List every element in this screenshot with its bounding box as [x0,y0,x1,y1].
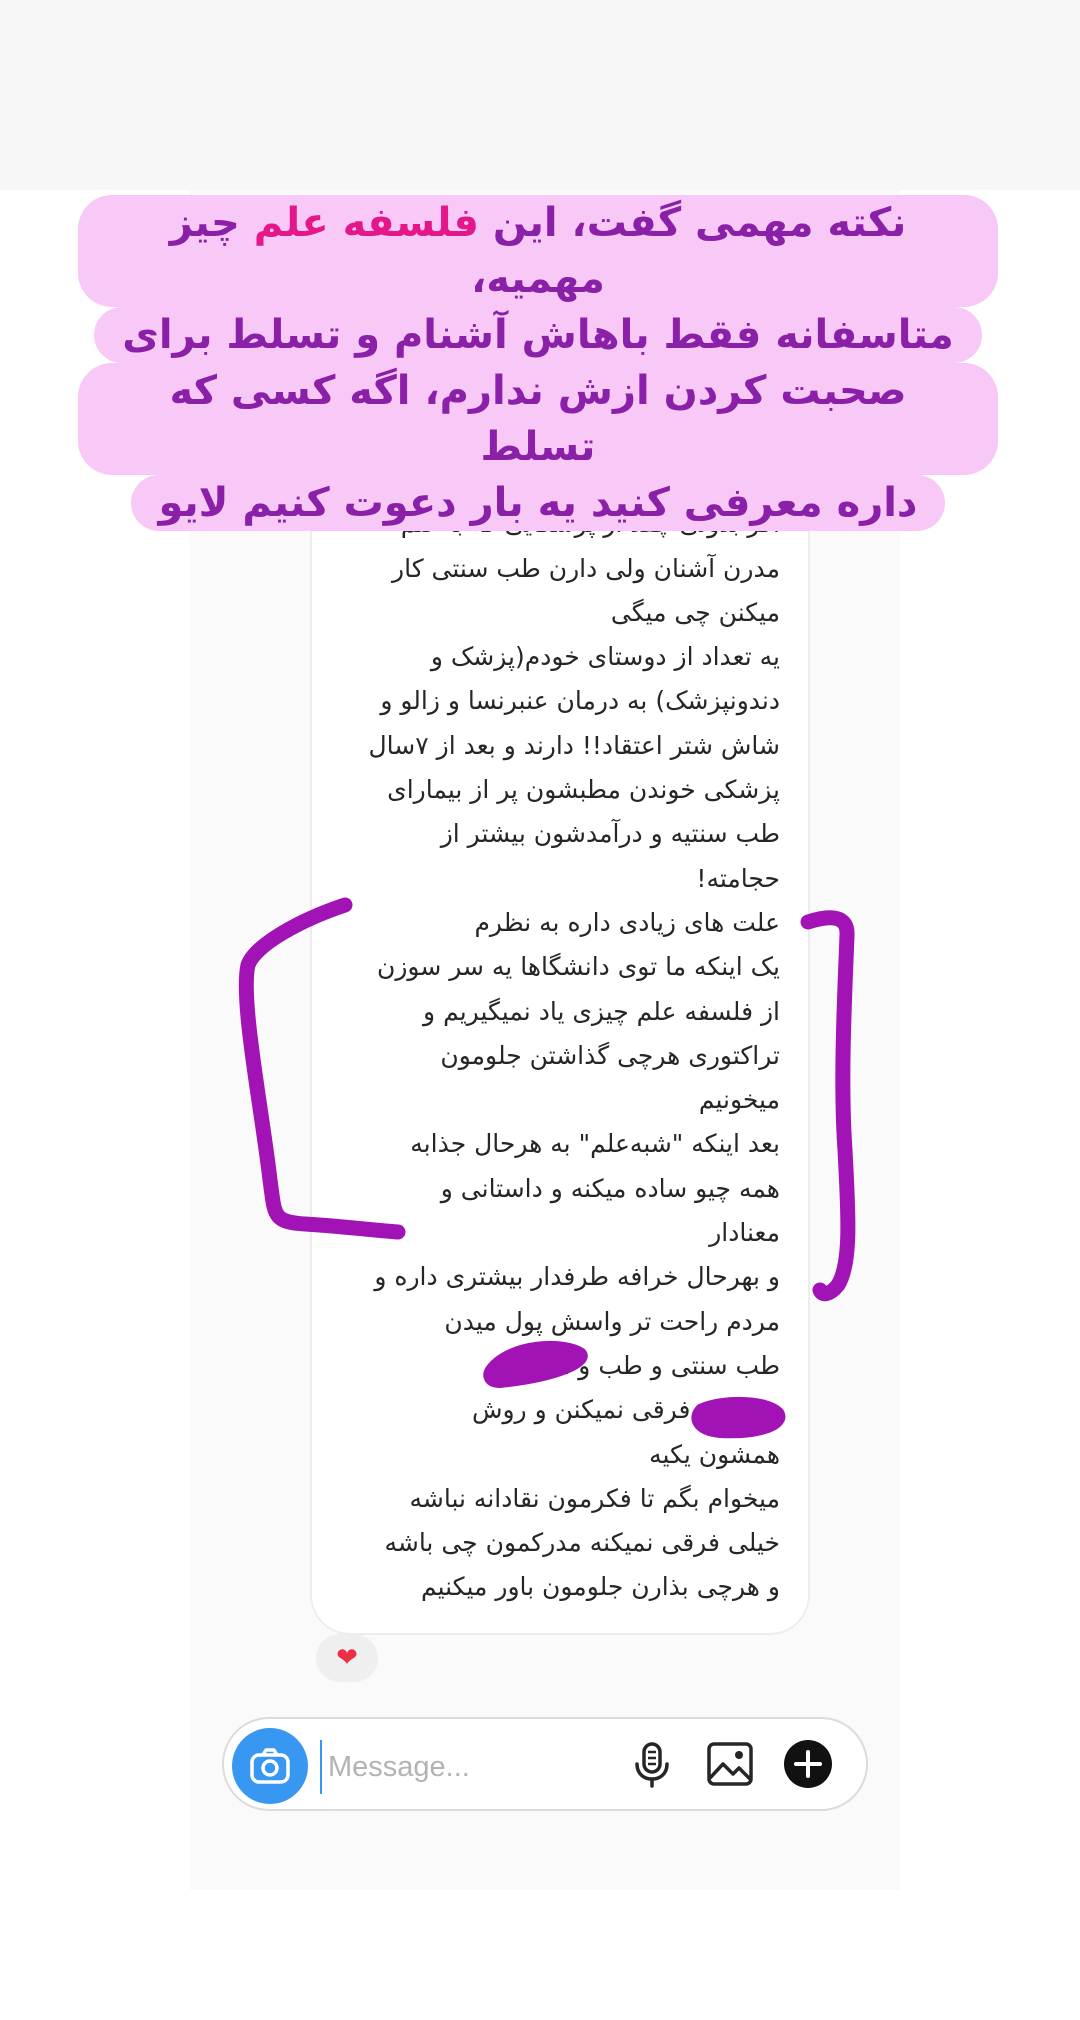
caption-line: صحبت کردن ازش ندارم، اگه کسی که تسلط [78,363,998,475]
microphone-icon [635,1742,669,1788]
caption-line-pill: متاسفانه فقط باهاش آشنام و تسلط برای [94,307,982,363]
caption-segment: متاسفانه فقط باهاش آشنام و تسلط برای [122,312,954,358]
gallery-icon [707,1742,753,1786]
heart-reaction[interactable]: ❤ [316,1634,378,1682]
caption-highlight: فلسفه علم [253,200,479,246]
message-input[interactable] [320,1740,630,1794]
top-band [0,0,1080,190]
caption-line: متاسفانه فقط باهاش آشنام و تسلط برای [78,307,998,363]
camera-icon [250,1748,290,1784]
caption-line: نکته مهمی گفت، این فلسفه علم چیز مهمیه، [78,195,998,307]
caption-sticker: نکته مهمی گفت، این فلسفه علم چیز مهمیه، م… [78,195,998,531]
caption-line-pill: نکته مهمی گفت، این فلسفه علم چیز مهمیه، [78,195,998,307]
caption-line-pill: داره معرفی کنید یه بار دعوت کنیم لایو [130,475,946,531]
plus-circle-icon [784,1740,832,1788]
camera-button[interactable] [232,1728,308,1804]
message-text: اوضاع از اینم داغون تره اگر بدونی چقد از… [368,465,780,1602]
caption-segment: نکته مهمی گفت، این [478,200,907,246]
microphone-button[interactable] [624,1736,680,1792]
caption-segment: داره معرفی کنید یه بار دعوت کنیم لایو [158,480,918,526]
caption-line-pill: صحبت کردن ازش ندارم، اگه کسی که تسلط [78,363,998,475]
gallery-button[interactable] [702,1736,758,1792]
heart-icon: ❤ [336,1643,358,1673]
caption-line: داره معرفی کنید یه بار دعوت کنیم لایو [78,475,998,531]
caption-segment: صحبت کردن ازش ندارم، اگه کسی که تسلط [169,368,907,470]
add-button[interactable] [780,1736,836,1792]
